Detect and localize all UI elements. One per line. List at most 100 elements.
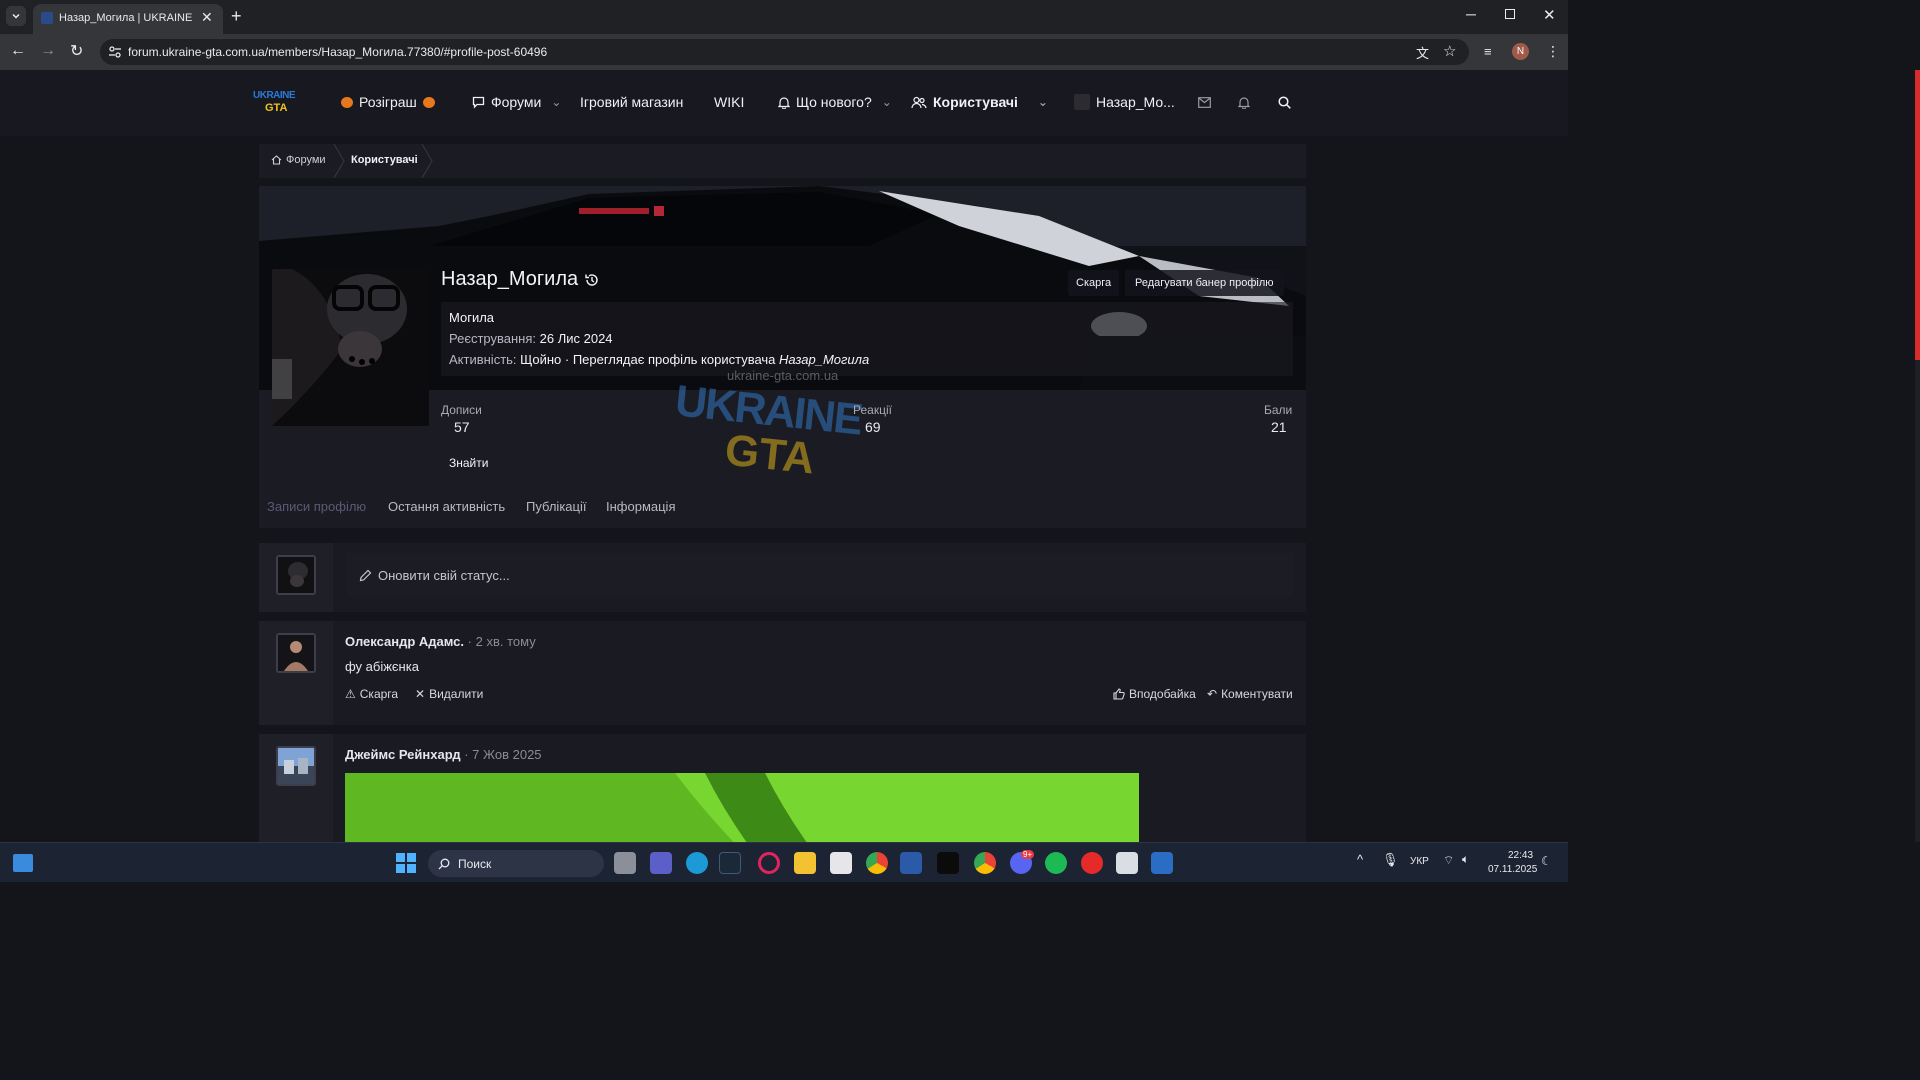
post-like-button[interactable]: Вподобайка: [1113, 687, 1196, 701]
visual-studio-icon[interactable]: [900, 852, 922, 874]
inbox-icon[interactable]: [1198, 97, 1211, 108]
stat-reactions-label: Реакції: [853, 403, 892, 417]
new-tab-button[interactable]: +: [231, 6, 242, 26]
edge-icon[interactable]: [686, 852, 708, 874]
language-indicator[interactable]: УКР: [1410, 856, 1429, 867]
do-not-disturb-icon[interactable]: ☾: [1541, 854, 1552, 868]
breadcrumb-users[interactable]: Користувачі: [351, 154, 418, 166]
notepad-icon[interactable]: [1116, 852, 1138, 874]
youtube-music-icon[interactable]: [1081, 852, 1103, 874]
stat-posts-value[interactable]: 57: [454, 419, 470, 435]
nav-account[interactable]: Назар_Мо...: [1074, 94, 1175, 110]
nav-giveaway[interactable]: Розіграш: [341, 94, 435, 110]
nav-users[interactable]: Користувачі ⌄: [911, 94, 1048, 110]
find-button[interactable]: Знайти: [449, 456, 488, 470]
bookmark-star-icon[interactable]: ☆: [1443, 42, 1456, 60]
post-image[interactable]: [345, 773, 1139, 842]
window-minimize-button[interactable]: ─: [1466, 6, 1476, 22]
post-report-button[interactable]: ⚠ Скарга: [345, 687, 398, 701]
taskbar-search[interactable]: Поиск: [428, 850, 604, 877]
chevron-down-icon: ⌄: [551, 95, 562, 109]
post-comment-button[interactable]: ↶ Коментувати: [1207, 687, 1293, 701]
site-info-icon[interactable]: [108, 45, 122, 59]
post-author-avatar[interactable]: [276, 746, 316, 786]
profile-initial: N: [1516, 46, 1525, 57]
pumpkin-icon: [422, 96, 435, 108]
profile-username: Назар_Могила: [441, 268, 600, 291]
logo-line-1: UKRAINE: [253, 90, 296, 101]
volume-icon[interactable]: 🔈︎: [1462, 852, 1469, 867]
steam-icon[interactable]: [719, 852, 741, 874]
chat-bubble-icon: [472, 96, 485, 109]
breadcrumb-forums[interactable]: Форуми: [271, 154, 326, 166]
stat-reactions-value[interactable]: 69: [865, 419, 881, 435]
tab-latest-activity[interactable]: Остання активність: [388, 499, 505, 514]
widgets-icon[interactable]: [13, 854, 33, 872]
post-author-avatar[interactable]: [276, 633, 316, 673]
tab-close-icon[interactable]: ✕: [201, 9, 213, 26]
history-icon[interactable]: [584, 272, 600, 288]
alerts-bell-icon[interactable]: [1238, 96, 1250, 109]
post-delete-button[interactable]: ✕ Видалити: [415, 687, 483, 701]
edit-banner-button[interactable]: Редагувати банер профілю: [1125, 270, 1284, 296]
reading-list-icon[interactable]: ≡: [1484, 44, 1492, 59]
address-bar[interactable]: forum.ukraine-gta.com.ua/members/Назар_М…: [100, 39, 1469, 65]
tab-favicon-icon: [41, 12, 53, 24]
chrome-profile-icon[interactable]: [974, 852, 996, 874]
forum-page: UKRAINE GTA Розіграш Форуми ⌄ Ігровий ма…: [0, 70, 1568, 842]
post-time[interactable]: 7 Жов 2025: [472, 747, 541, 762]
tab-postings[interactable]: Публікації: [526, 499, 586, 514]
tab-about[interactable]: Інформація: [606, 499, 676, 514]
file-explorer-icon[interactable]: [794, 852, 816, 874]
post-author-link[interactable]: Олександр Адамс.: [345, 634, 464, 649]
account-avatar: [1074, 94, 1090, 110]
window-close-button[interactable]: ✕: [1543, 6, 1556, 24]
chrome-icon[interactable]: [866, 852, 888, 874]
breadcrumb: Форуми Користувачі: [259, 144, 1306, 178]
spotify-icon[interactable]: [1045, 852, 1067, 874]
microphone-icon[interactable]: 🎙︎: [1382, 852, 1399, 868]
reload-button[interactable]: ↻: [70, 41, 83, 61]
nav-wiki[interactable]: WIKI: [714, 94, 744, 110]
page-scrollbar-thumb[interactable]: [1915, 70, 1920, 360]
wifi-icon[interactable]: ⌔: [1443, 853, 1454, 868]
opera-icon[interactable]: [758, 852, 780, 874]
translate-icon[interactable]: ⽂: [1416, 43, 1429, 62]
tray-chevron-up-icon[interactable]: ^: [1357, 852, 1363, 867]
nav-forums[interactable]: Форуми ⌄: [472, 94, 561, 110]
close-icon: ✕: [415, 687, 426, 701]
tab-profile-posts[interactable]: Записи профілю: [267, 499, 366, 514]
reply-icon: ↶: [1207, 687, 1218, 701]
task-view-icon[interactable]: [614, 852, 636, 874]
start-button[interactable]: [396, 853, 416, 873]
clock-time[interactable]: 22:43: [1508, 850, 1533, 861]
post-header: Олександр Адамс. · 2 хв. тому: [345, 634, 536, 649]
nav-shop[interactable]: Ігровий магазин: [580, 94, 683, 110]
users-icon: [911, 96, 927, 108]
site-navbar: UKRAINE GTA Розіграш Форуми ⌄ Ігровий ма…: [0, 70, 1568, 136]
post-time[interactable]: 2 хв. тому: [476, 634, 536, 649]
stat-posts-label: Дописи: [441, 403, 482, 417]
stat-points-label: Бали: [1264, 403, 1293, 417]
window-restore-button[interactable]: [1505, 9, 1515, 19]
profile-avatar[interactable]: [272, 269, 429, 426]
post-text: фу абіжєнка: [345, 659, 419, 674]
site-logo[interactable]: UKRAINE GTA: [253, 90, 303, 118]
browser-menu-icon[interactable]: ⋮: [1546, 43, 1560, 60]
forward-button[interactable]: →: [40, 42, 56, 60]
status-input[interactable]: Оновити свій статус...: [347, 553, 1293, 597]
back-button[interactable]: ←: [10, 42, 26, 60]
teams-icon[interactable]: [650, 852, 672, 874]
profile-avatar[interactable]: N: [1512, 43, 1529, 60]
tiktok-icon[interactable]: [937, 852, 959, 874]
post-author-link[interactable]: Джеймс Рейнхард: [345, 747, 461, 762]
stat-points-value[interactable]: 21: [1271, 419, 1287, 435]
browser-tab-active[interactable]: Назар_Могила | UKRAINE GTA ✕: [33, 4, 223, 34]
vs-installer-icon[interactable]: [1151, 852, 1173, 874]
tab-search-button[interactable]: [6, 6, 26, 26]
clock-date[interactable]: 07.11.2025: [1488, 864, 1537, 875]
report-button[interactable]: Скарга: [1068, 270, 1120, 296]
search-icon[interactable]: [1278, 96, 1291, 109]
store-icon[interactable]: [830, 852, 852, 874]
nav-whats-new[interactable]: Що нового? ⌄: [778, 94, 892, 110]
